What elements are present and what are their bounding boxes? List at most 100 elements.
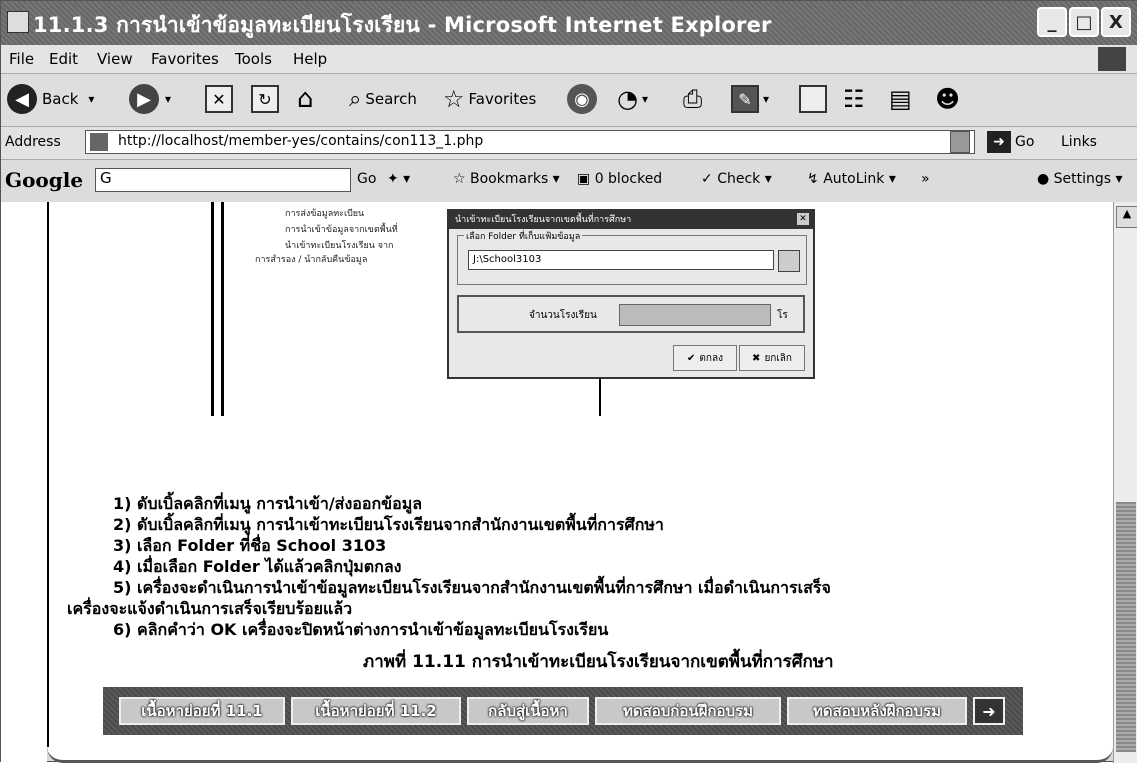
- figure-border-left: [211, 202, 214, 416]
- users-button[interactable]: ☻: [935, 82, 960, 116]
- forward-dropdown-icon[interactable]: ▾: [165, 92, 171, 106]
- users-icon: ☻: [935, 85, 961, 113]
- close-button[interactable]: X: [1101, 7, 1131, 37]
- more-chevron-icon[interactable]: »: [921, 171, 930, 187]
- media-button[interactable]: ◉: [567, 82, 597, 116]
- school-count-unit: โร: [777, 310, 788, 321]
- research-button[interactable]: ▤: [889, 82, 912, 116]
- dialog-ok-button: ✔ ตกลง: [673, 345, 737, 371]
- nav-posttest-button[interactable]: ทดสอบหลังฝึกอบรม: [787, 697, 967, 725]
- tree-item: นำเข้าทะเบียนโรงเรียน จาก: [285, 241, 394, 251]
- spell-check-button[interactable]: ✓ Check ▾: [701, 171, 772, 187]
- import-dialog-figure: นำเข้าทะเบียนโรงเรียนจากเขตพื้นที่การศึก…: [447, 209, 815, 379]
- google-go-button[interactable]: Go: [357, 171, 376, 187]
- cancel-label: ยกเลิก: [764, 352, 792, 364]
- folder-path-field: J:\School3103: [468, 250, 774, 270]
- windows-logo-icon: [1098, 47, 1126, 71]
- page-bottom-border: [47, 747, 1113, 763]
- toolbar: ◀ Back ▾ ▶ ▾ ✕ ↻ ⌂ ⌕ Search ☆ Favorites …: [1, 74, 1137, 127]
- address-input[interactable]: http://localhost/member-yes/contains/con…: [85, 130, 975, 154]
- figure-border-left-inner: [221, 202, 224, 416]
- history-icon: ◔: [617, 85, 638, 113]
- tree-item: การสำรอง / นำกลับคืนข้อมูล: [255, 255, 368, 265]
- menu-file[interactable]: File: [9, 50, 34, 68]
- popup-blocker-button[interactable]: ▣ 0 blocked: [577, 171, 662, 187]
- ok-label: ตกลง: [699, 352, 723, 364]
- lesson-nav: เนื้อหาย่อยที่ 11.1 เนื้อหาย่อยที่ 11.2 …: [103, 687, 1023, 735]
- title-bar: 11.1.3 การนำเข้าข้อมูลทะเบียนโรงเรียน - …: [1, 1, 1137, 45]
- settings-label: Settings: [1053, 171, 1112, 187]
- media-icon: ◉: [567, 84, 597, 114]
- tree-item: การส่งข้อมูลทะเบียน: [285, 209, 365, 219]
- dialog-title: นำเข้าทะเบียนโรงเรียนจากเขตพื้นที่การศึก…: [449, 211, 813, 229]
- autolink-button[interactable]: ↯ AutoLink ▾: [807, 171, 896, 187]
- ie-page-icon: [7, 11, 29, 33]
- edit-button[interactable]: ✎ ▾: [731, 82, 769, 116]
- check-icon: ✔: [687, 352, 696, 364]
- nav-sub-11-2-button[interactable]: เนื้อหาย่อยที่ 11.2: [291, 697, 461, 725]
- links-button[interactable]: Links: [1061, 134, 1097, 150]
- nav-next-arrow-icon[interactable]: ➜: [973, 697, 1005, 725]
- school-count-label: จำนวนโรงเรียน: [529, 310, 597, 321]
- favorites-button[interactable]: ☆ Favorites: [443, 82, 536, 116]
- refresh-icon: ↻: [251, 85, 279, 113]
- menu-favorites[interactable]: Favorites: [151, 50, 219, 68]
- forward-arrow-icon: ▶: [129, 84, 159, 114]
- discuss-icon: [799, 85, 827, 113]
- discuss-button[interactable]: [799, 82, 827, 116]
- back-label: Back: [42, 90, 79, 108]
- vertical-scrollbar[interactable]: ▲: [1113, 202, 1137, 763]
- folder-group-label: เลือก Folder ที่เก็บแฟ้มข้อมูล: [464, 229, 583, 243]
- history-button[interactable]: ◔ ▾: [617, 82, 648, 116]
- google-news-icon[interactable]: ✦ ▾: [387, 171, 410, 187]
- folder-browse-icon: [778, 250, 800, 272]
- nav-sub-11-1-button[interactable]: เนื้อหาย่อยที่ 11.1: [119, 697, 285, 725]
- back-button[interactable]: ◀ Back ▾: [7, 82, 94, 116]
- go-button[interactable]: ➜ Go: [987, 131, 1034, 153]
- back-dropdown-icon[interactable]: ▾: [88, 92, 94, 106]
- search-button[interactable]: ⌕ Search: [349, 82, 417, 116]
- step-6: 6) คลิกคำว่า OK เครื่องจะปิดหน้าต่างการน…: [113, 620, 609, 639]
- messenger-button[interactable]: ☷: [843, 82, 865, 116]
- home-icon: ⌂: [297, 84, 314, 114]
- stop-icon: ✕: [205, 85, 233, 113]
- scrollbar-thumb[interactable]: [1116, 502, 1136, 752]
- google-logo[interactable]: Google: [5, 168, 83, 192]
- research-icon: ▤: [889, 85, 912, 113]
- minimize-button[interactable]: _: [1037, 7, 1067, 37]
- menu-bar: File Edit View Favorites Tools Help: [1, 45, 1137, 74]
- maximize-button[interactable]: □: [1069, 7, 1099, 37]
- x-icon: ✖: [752, 352, 761, 364]
- forward-button[interactable]: ▶ ▾: [129, 82, 171, 116]
- home-button[interactable]: ⌂: [297, 82, 314, 116]
- address-url: http://localhost/member-yes/contains/con…: [118, 133, 484, 149]
- google-input-icon: G: [100, 169, 112, 187]
- check-label: Check: [717, 171, 761, 187]
- address-bar: Address http://localhost/member-yes/cont…: [1, 127, 1137, 160]
- favorites-label: Favorites: [468, 90, 537, 108]
- figure-border-mid: [599, 378, 601, 416]
- go-arrow-icon: ➜: [987, 131, 1011, 153]
- browser-window: 11.1.3 การนำเข้าข้อมูลทะเบียนโรงเรียน - …: [0, 0, 1137, 763]
- autolink-label: AutoLink: [823, 171, 885, 187]
- back-arrow-icon: ◀: [7, 84, 37, 114]
- stop-button[interactable]: ✕: [205, 82, 233, 116]
- menu-view[interactable]: View: [97, 50, 133, 68]
- window-title: 11.1.3 การนำเข้าข้อมูลทะเบียนโรงเรียน - …: [33, 13, 772, 37]
- bookmarks-button[interactable]: ☆ Bookmarks ▾: [453, 171, 560, 187]
- left-margin: [1, 202, 47, 763]
- menu-help[interactable]: Help: [293, 50, 327, 68]
- printer-icon: ⎙: [683, 85, 703, 113]
- print-button[interactable]: ⎙: [683, 82, 702, 116]
- nav-back-to-content-button[interactable]: กลับสู่เนื้อหา: [467, 697, 589, 725]
- menu-tools[interactable]: Tools: [235, 50, 272, 68]
- edit-icon: ✎: [731, 85, 759, 113]
- page-icon: [90, 133, 108, 151]
- menu-edit[interactable]: Edit: [49, 50, 78, 68]
- nav-pretest-button[interactable]: ทดสอบก่อนฝึกอบรม: [595, 697, 781, 725]
- google-search-input[interactable]: G: [95, 168, 351, 192]
- settings-button[interactable]: ● Settings ▾: [1037, 171, 1123, 187]
- scroll-up-icon[interactable]: ▲: [1116, 206, 1137, 228]
- refresh-button[interactable]: ↻: [251, 82, 279, 116]
- address-dropdown-icon[interactable]: [950, 131, 970, 153]
